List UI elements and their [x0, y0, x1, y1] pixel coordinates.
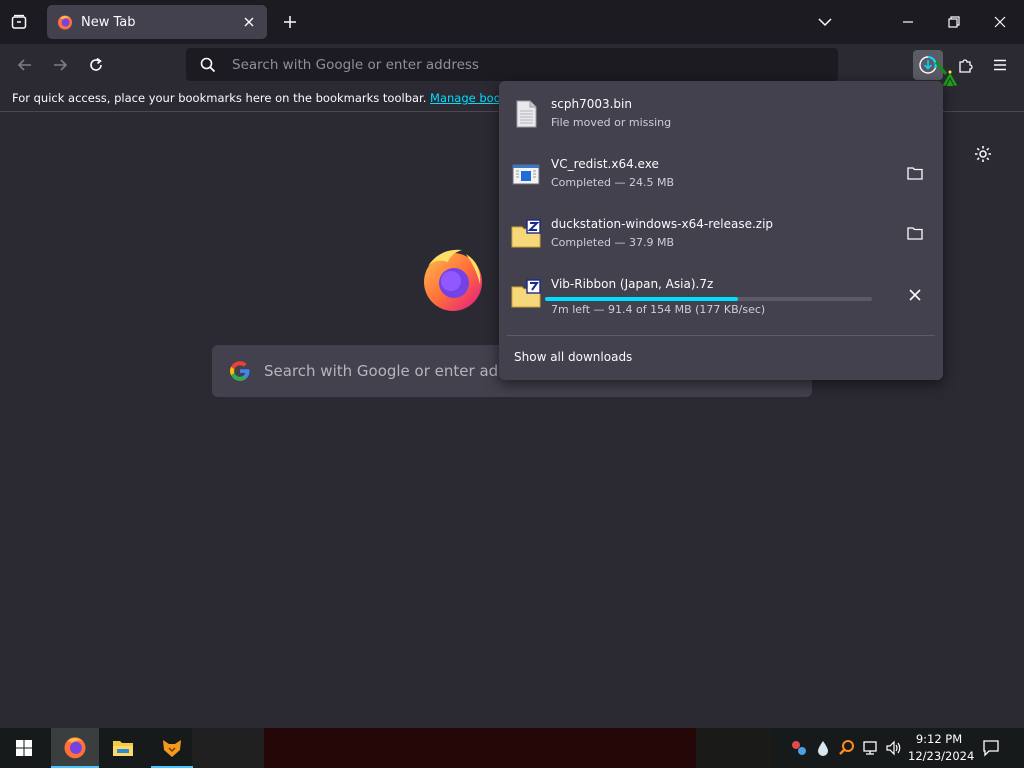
download-item[interactable]: duckstation-windows-x64-release.zip Comp…: [505, 207, 937, 263]
taskbar-file-explorer[interactable]: [99, 728, 147, 768]
close-window-button[interactable]: [988, 10, 1012, 34]
folder-icon: [907, 227, 923, 240]
list-all-tabs-button[interactable]: [8, 11, 30, 33]
download-status: 7m left — 91.4 of 154 MB (177 KB/sec): [551, 303, 766, 316]
cancel-download-button[interactable]: [903, 283, 927, 307]
app-tray-icon[interactable]: [790, 739, 808, 757]
downloads-panel: scph7003.bin File moved or missing VC_re…: [499, 81, 943, 380]
download-item[interactable]: scph7003.bin File moved or missing: [505, 87, 937, 143]
close-icon: [244, 17, 254, 27]
water-drop-icon[interactable]: [814, 739, 832, 757]
download-status: File moved or missing: [551, 116, 672, 129]
panel-divider: [507, 335, 935, 336]
forward-button[interactable]: [47, 52, 73, 78]
taskbar-clock[interactable]: 9:12 PM 12/23/2024: [908, 731, 975, 765]
show-all-downloads-button[interactable]: Show all downloads: [514, 350, 632, 364]
zip-archive-icon: [511, 219, 541, 248]
reload-button[interactable]: [83, 52, 109, 78]
newtab-settings-button[interactable]: [970, 141, 996, 167]
list-tabs-dropdown-button[interactable]: [814, 11, 836, 33]
newtab-search-placeholder: Search with Google or enter address: [264, 362, 539, 380]
download-filename: scph7003.bin: [551, 97, 632, 111]
close-tab-button[interactable]: [241, 14, 257, 30]
taskbar-firefox[interactable]: [51, 728, 99, 768]
folder-icon: [113, 741, 133, 756]
search-icon: [200, 57, 216, 72]
file-icon: [516, 100, 537, 128]
download-filename: duckstation-windows-x64-release.zip: [551, 217, 774, 231]
minimize-icon: [903, 21, 913, 23]
windows-taskbar: 9:12 PM 12/23/2024: [0, 728, 1024, 768]
tab-new-tab[interactable]: New Tab: [47, 5, 267, 39]
minimize-button[interactable]: [896, 10, 920, 34]
firefox-logo: [420, 246, 486, 312]
firefox-favicon-icon: [58, 15, 72, 30]
google-logo-icon: [230, 361, 250, 381]
new-tab-button[interactable]: [279, 11, 301, 33]
download-filename: Vib-Ribbon (Japan, Asia).7z: [551, 277, 714, 291]
restore-button[interactable]: [942, 10, 966, 34]
fox-app-icon: [163, 740, 181, 757]
app-menu-button[interactable]: [987, 52, 1013, 78]
clock-date: 12/23/2024: [908, 749, 975, 763]
folder-icon: [907, 167, 923, 180]
7z-archive-icon: [511, 279, 541, 308]
firefox-icon: [64, 737, 86, 759]
hamburger-menu-icon: [994, 59, 1006, 71]
network-icon[interactable]: [862, 739, 880, 757]
start-button[interactable]: [0, 728, 48, 768]
download-status: Completed — 37.9 MB: [551, 236, 675, 249]
show-in-folder-button[interactable]: [903, 221, 927, 245]
reload-icon: [90, 57, 102, 71]
bookmarks-message-text: For quick access, place your bookmarks h…: [12, 91, 431, 105]
close-icon: [994, 16, 1006, 28]
chevron-down-icon: [818, 18, 832, 27]
tab-title: New Tab: [81, 14, 136, 30]
puzzle-piece-icon: [959, 59, 973, 73]
windows-logo-icon: [16, 740, 32, 756]
wallpaper-segment: [696, 728, 772, 768]
search-tray-icon[interactable]: [838, 739, 856, 757]
restore-icon: [948, 16, 960, 28]
firefox-logo-icon: [424, 249, 482, 311]
volume-icon[interactable]: [885, 739, 903, 757]
tab-tray-icon: [11, 14, 27, 29]
arrow-right-icon: [54, 59, 68, 71]
clock-time: 9:12 PM: [915, 732, 963, 746]
bookmarks-empty-message: For quick access, place your bookmarks h…: [12, 91, 543, 105]
plus-icon: [284, 16, 296, 28]
wallpaper-segment: [264, 728, 696, 768]
address-bar-placeholder: Search with Google or enter address: [232, 56, 479, 73]
installer-icon: [512, 164, 540, 185]
tab-strip: New Tab: [0, 0, 1024, 44]
download-item-in-progress[interactable]: Vib-Ribbon (Japan, Asia).7z 7m left — 91…: [505, 267, 937, 323]
address-bar[interactable]: Search with Google or enter address: [186, 48, 838, 81]
gear-icon: [975, 146, 991, 162]
arrow-left-icon: [17, 59, 31, 71]
show-in-folder-button[interactable]: [903, 161, 927, 185]
notification-icon: [983, 740, 999, 757]
download-progress-fill: [545, 297, 738, 301]
navigation-toolbar: Search with Google or enter address: [0, 44, 1024, 95]
wallpaper-strip: [192, 728, 772, 768]
download-status: Completed — 24.5 MB: [551, 176, 675, 189]
back-button[interactable]: [12, 52, 38, 78]
notification-center-button[interactable]: [978, 736, 1004, 760]
download-filename: VC_redist.x64.exe: [551, 157, 659, 171]
download-item[interactable]: VC_redist.x64.exe Completed — 24.5 MB: [505, 147, 937, 203]
extensions-button[interactable]: [952, 52, 978, 78]
taskbar-app[interactable]: [151, 728, 193, 768]
download-progress-bar: [545, 297, 872, 301]
close-icon: [909, 289, 921, 301]
